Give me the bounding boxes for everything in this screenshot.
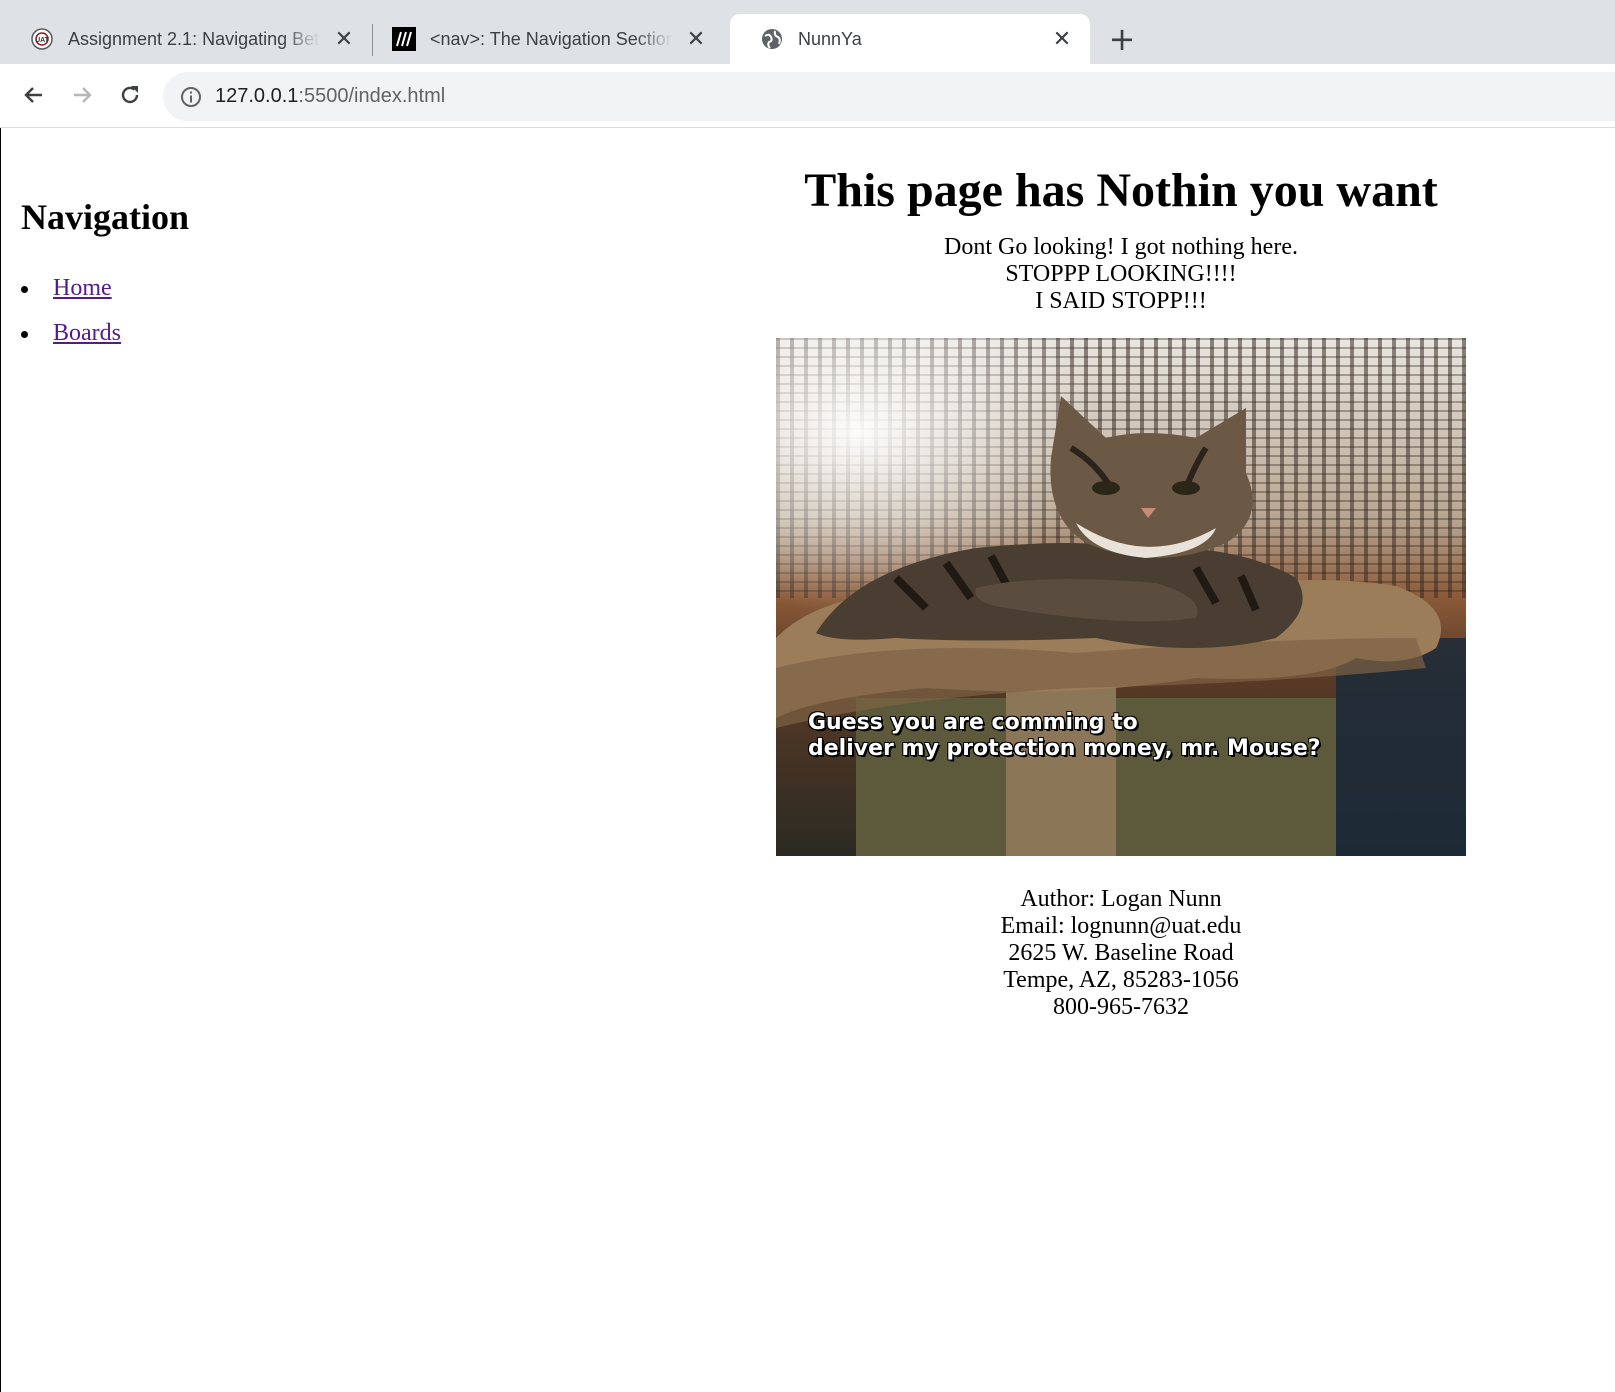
- page-title: This page has Nothin you want: [804, 164, 1438, 217]
- address-street-line: 2625 W. Baseline Road: [1008, 940, 1234, 966]
- intro-line: Dont Go looking! I got nothing here.: [944, 234, 1298, 260]
- address-bar[interactable]: 127.0.0.1:5500/index.html: [163, 72, 1615, 121]
- browser-toolbar: 127.0.0.1:5500/index.html: [0, 64, 1615, 128]
- uat-logo-icon: UAT: [30, 27, 54, 51]
- tab-assignment[interactable]: UAT Assignment 2.1: Navigating Between P…: [0, 14, 372, 64]
- phone-line: 800-965-7632: [1053, 994, 1189, 1020]
- tab-strip: UAT Assignment 2.1: Navigating Between P…: [0, 0, 1615, 64]
- forward-arrow-icon[interactable]: [65, 78, 99, 112]
- navigation-heading: Navigation: [21, 197, 190, 237]
- cat-meme-image: Guess you are comming to deliver my prot…: [776, 338, 1466, 856]
- email-line: Email: lognunn@uat.edu: [1000, 913, 1242, 939]
- tab-mdn-nav[interactable]: <nav>: The Navigation Section element ✕: [362, 14, 724, 64]
- tab-title: <nav>: The Navigation Section element: [430, 28, 672, 49]
- tab-nunnya[interactable]: NunnYa ✕: [730, 14, 1090, 64]
- intro-line: I SAID STOPP!!!: [1035, 288, 1207, 314]
- close-icon[interactable]: ✕: [1050, 27, 1074, 52]
- info-icon[interactable]: [179, 85, 203, 109]
- address-city-line: Tempe, AZ, 85283-1056: [1003, 967, 1239, 993]
- navigation-list: Home Boards: [21, 274, 189, 348]
- contact-info: Author: Logan Nunn Email: lognunn@uat.ed…: [601, 886, 1615, 1021]
- new-tab-plus-icon[interactable]: +: [1108, 20, 1136, 58]
- close-icon[interactable]: ✕: [684, 27, 708, 52]
- cat-meme-illustration: [776, 338, 1466, 856]
- mdn-logo-icon: [392, 27, 416, 51]
- url-path: :5500/index.html: [298, 85, 446, 107]
- meme-caption: Guess you are comming to deliver my prot…: [808, 710, 1321, 762]
- author-line: Author: Logan Nunn: [1020, 886, 1222, 912]
- meme-caption-line: Guess you are comming to: [808, 710, 1138, 735]
- nav-item-boards: Boards: [21, 319, 189, 348]
- url-host: 127.0.0.1: [215, 85, 299, 107]
- boards-link[interactable]: Boards: [53, 320, 121, 346]
- main-content: This page has Nothin you want Dont Go lo…: [601, 128, 1615, 1021]
- intro-text: Dont Go looking! I got nothing here. STO…: [601, 234, 1615, 315]
- nav-item-home: Home: [21, 274, 189, 303]
- page-viewport: Navigation Home Boards This page has Not…: [0, 128, 1615, 1392]
- reload-icon[interactable]: [113, 78, 147, 112]
- back-arrow-icon[interactable]: [17, 78, 51, 112]
- intro-line: STOPPP LOOKING!!!!: [1005, 261, 1237, 287]
- svg-text:UAT: UAT: [35, 37, 50, 44]
- tab-title: NunnYa: [798, 28, 862, 49]
- site-navigation: Navigation Home Boards: [21, 197, 190, 364]
- close-icon[interactable]: ✕: [332, 27, 356, 52]
- home-link[interactable]: Home: [53, 275, 112, 301]
- globe-icon: [760, 27, 784, 51]
- tab-title: Assignment 2.1: Navigating Between Pages: [68, 28, 320, 49]
- meme-caption-line: deliver my protection money, mr. Mouse?: [808, 736, 1321, 761]
